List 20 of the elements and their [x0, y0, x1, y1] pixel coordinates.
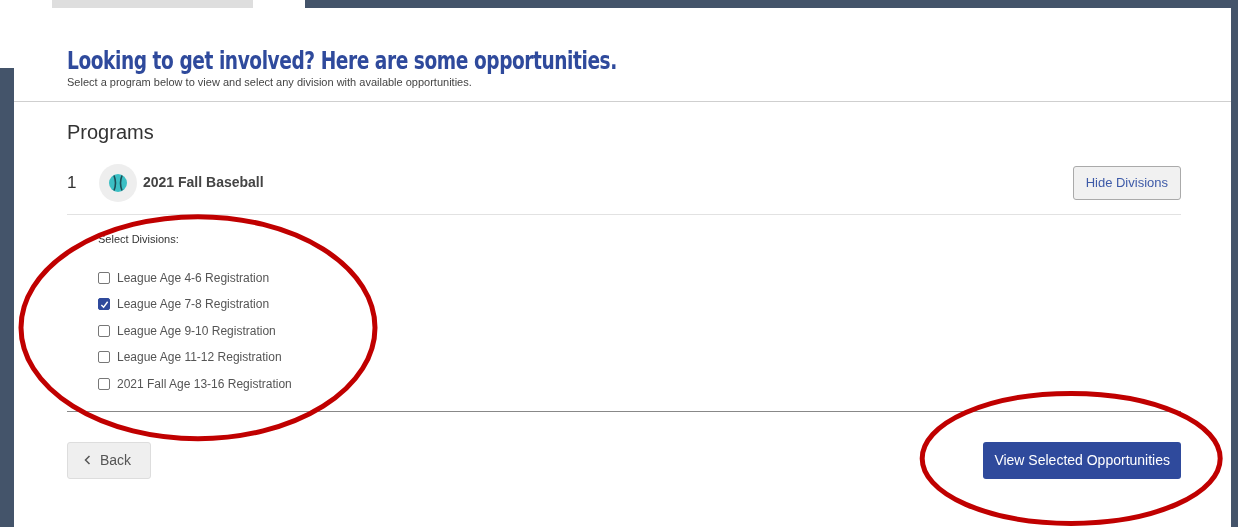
division-label[interactable]: League Age 11-12 Registration	[117, 348, 282, 367]
checkbox[interactable]	[98, 298, 110, 311]
chevron-left-icon	[84, 455, 91, 466]
checkbox[interactable]	[98, 377, 110, 390]
view-selected-button[interactable]: View Selected Opportunities	[983, 441, 1181, 479]
program-number: 1	[67, 172, 78, 195]
division-label[interactable]: League Age 7-8 Registration	[117, 295, 270, 314]
division-label[interactable]: League Age 4-6 Registration	[117, 268, 270, 287]
section-heading: Programs	[67, 119, 155, 144]
program-name: 2021 Fall Baseball	[143, 173, 264, 193]
division-label[interactable]: League Age 9-10 Registration	[117, 321, 276, 340]
page-subtitle: Select a program below to view and select any division with available opportunities.	[67, 75, 473, 91]
back-button[interactable]: Back	[67, 441, 152, 479]
checkbox[interactable]	[98, 271, 110, 284]
page-title: Looking to get involved? Here are some opportunities.	[67, 48, 618, 75]
baseball-icon	[99, 163, 137, 202]
division-label[interactable]: 2021 Fall Age 13-16 Registration	[117, 374, 292, 393]
checkbox[interactable]	[98, 351, 110, 364]
toggle-divisions-button[interactable]: Hide Divisions	[1072, 166, 1181, 200]
checkbox[interactable]	[98, 324, 110, 337]
